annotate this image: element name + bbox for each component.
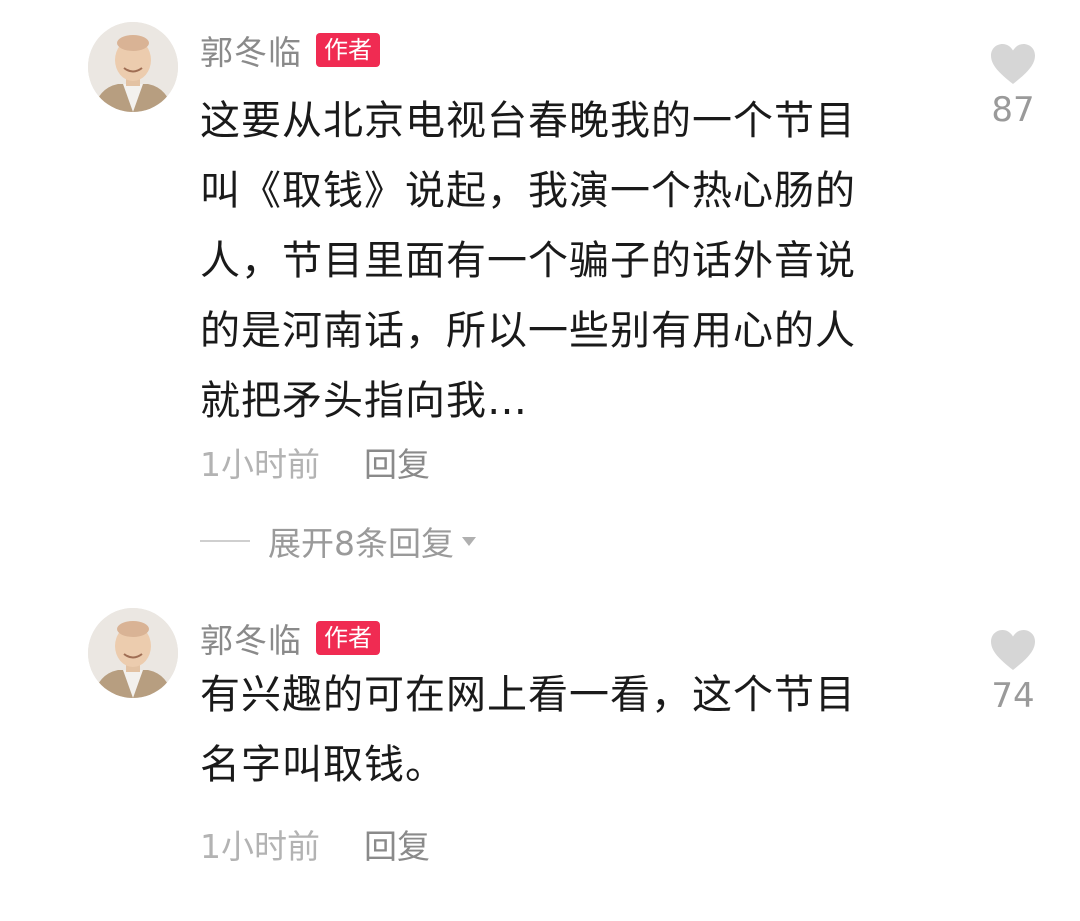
comment-text-line: 名字叫取钱。 [200,742,446,788]
avatar[interactable] [88,608,178,698]
avatar[interactable] [88,22,178,112]
comment-item: 郭冬临 作者 有兴趣的可在网上看一看，这个节目 名字叫取钱。 1小时前 回复 7… [0,590,1080,910]
comment-text-line: 的是河南话，所以一些别有用心的人 [200,308,856,354]
caret-down-icon [462,536,476,546]
username[interactable]: 郭冬临 [200,26,302,74]
like-count: 74 [991,676,1035,716]
comment-text-line: 这要从北京电视台春晚我的一个节目 [200,98,856,144]
author-badge: 作者 [316,621,380,655]
comment-text-line: 有兴趣的可在网上看一看，这个节目 [200,672,856,718]
comment-text: 这要从北京电视台春晚我的一个节目 叫《取钱》说起，我演一个热心肠的 人，节目里面… [200,86,960,436]
expand-replies-button[interactable]: 展开8条回复 [200,518,476,564]
comment-text-line: 叫《取钱》说起，我演一个热心肠的 [200,168,856,214]
reply-button[interactable]: 回复 [364,820,430,868]
comment-meta: 1小时前 回复 [200,440,430,484]
username-row: 郭冬临 作者 [200,28,380,72]
comment-meta: 1小时前 回复 [200,822,430,866]
reply-button[interactable]: 回复 [364,438,430,486]
timestamp: 1小时前 [200,445,320,484]
avatar-image [88,608,178,698]
heart-icon [989,628,1037,672]
username[interactable]: 郭冬临 [200,614,302,662]
comment-text-line: 人，节目里面有一个骗子的话外音说 [200,238,856,284]
avatar-image [88,22,178,112]
like-button[interactable]: 87 [978,42,1048,130]
author-badge: 作者 [316,33,380,67]
heart-icon [989,42,1037,86]
comment-item: 郭冬临 作者 这要从北京电视台春晚我的一个节目 叫《取钱》说起，我演一个热心肠的… [0,0,1080,585]
comment-text: 有兴趣的可在网上看一看，这个节目 名字叫取钱。 [200,660,960,800]
like-button[interactable]: 74 [978,628,1048,716]
timestamp: 1小时前 [200,827,320,866]
expand-replies-label: 展开8条回复 [268,524,454,563]
username-row: 郭冬临 作者 [200,616,380,660]
divider-line [200,540,250,542]
comment-text-line: 就把矛头指向我… [200,378,528,424]
like-count: 87 [991,90,1035,130]
